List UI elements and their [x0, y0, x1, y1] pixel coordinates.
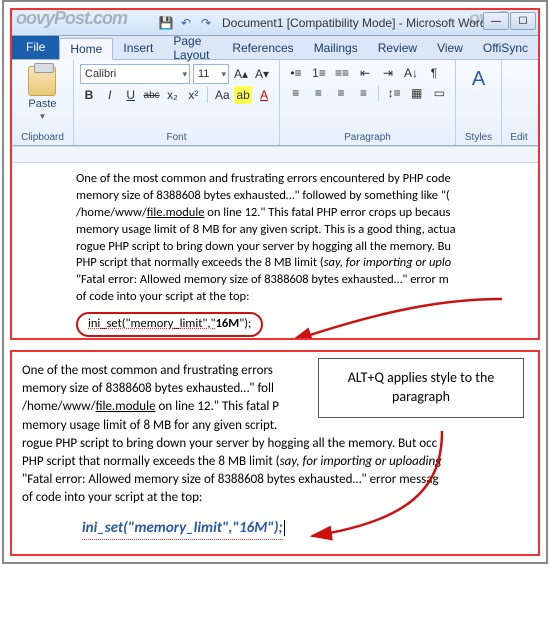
- save-icon[interactable]: 💾: [158, 15, 174, 31]
- code-line-before[interactable]: ini_set("memory_limit","16M");: [76, 312, 263, 337]
- font-color-button[interactable]: A: [255, 86, 273, 104]
- shading-button[interactable]: ▦: [407, 84, 427, 102]
- bold-button[interactable]: B: [80, 86, 98, 104]
- word-window-screenshot: oovyPost.com ovyP 💾 ↶ ↷ Document1 [Compa…: [10, 8, 540, 340]
- numbering-button[interactable]: 1≡: [309, 64, 329, 82]
- separator: [378, 85, 379, 101]
- quick-access-toolbar: 💾 ↶ ↷: [158, 15, 214, 31]
- paste-label: Paste: [28, 98, 56, 110]
- text-cursor: [284, 520, 285, 536]
- superscript-button[interactable]: x²: [184, 86, 202, 104]
- body-text[interactable]: One of the most common and frustrating e…: [76, 171, 528, 306]
- align-center-button[interactable]: ≡: [309, 84, 329, 102]
- tab-page-layout[interactable]: Page Layout: [163, 37, 222, 59]
- tab-review[interactable]: Review: [368, 37, 427, 59]
- window-controls: — ☐: [483, 12, 536, 30]
- font-family-combo[interactable]: Calibri: [80, 64, 190, 84]
- group-label-font: Font: [80, 130, 273, 143]
- redo-icon[interactable]: ↷: [198, 15, 214, 31]
- annotation-callout: ALT+Q applies style to the paragraph: [318, 358, 524, 418]
- tab-view[interactable]: View: [427, 37, 473, 59]
- justify-button[interactable]: ≡: [354, 84, 374, 102]
- group-styles: A Styles: [456, 60, 502, 145]
- ribbon: Paste ▼ Clipboard Calibri 11 A▴ A▾ B: [12, 60, 538, 146]
- code-line-after[interactable]: ini_set("memory_limit","16M");: [82, 518, 283, 540]
- tutorial-figure: oovyPost.com ovyP 💾 ↶ ↷ Document1 [Compa…: [2, 0, 548, 564]
- font-size-combo[interactable]: 11: [193, 64, 229, 84]
- group-label-editing: Edit: [508, 130, 530, 143]
- borders-button[interactable]: ▭: [429, 84, 449, 102]
- group-label-paragraph: Paragraph: [286, 130, 449, 143]
- bullets-button[interactable]: •≡: [286, 64, 306, 82]
- document-page[interactable]: One of the most common and frustrating e…: [12, 163, 538, 338]
- chevron-down-icon[interactable]: ▼: [39, 112, 47, 121]
- subscript-button[interactable]: x₂: [164, 86, 182, 104]
- grow-font-button[interactable]: A▴: [232, 65, 250, 83]
- site-watermark: oovyPost.com: [16, 8, 127, 29]
- group-font: Calibri 11 A▴ A▾ B I U abc x₂ x² Aa: [74, 60, 280, 145]
- result-screenshot: ALT+Q applies style to the paragraph One…: [10, 350, 540, 556]
- show-marks-button[interactable]: ¶: [424, 64, 444, 82]
- styles-icon[interactable]: A: [472, 68, 485, 91]
- italic-button[interactable]: I: [101, 86, 119, 104]
- line-spacing-button[interactable]: ↕≡: [384, 84, 404, 102]
- highlight-button[interactable]: ab: [234, 86, 252, 104]
- group-clipboard: Paste ▼ Clipboard: [12, 60, 74, 145]
- increase-indent-button[interactable]: ⇥: [378, 64, 398, 82]
- tab-references[interactable]: References: [222, 37, 303, 59]
- separator: [207, 87, 208, 103]
- tab-home[interactable]: Home: [59, 38, 113, 60]
- underline-button[interactable]: U: [122, 86, 140, 104]
- maximize-button[interactable]: ☐: [510, 12, 536, 30]
- horizontal-ruler[interactable]: [12, 147, 538, 163]
- tab-mailings[interactable]: Mailings: [304, 37, 368, 59]
- group-editing: Edit: [502, 60, 536, 145]
- undo-icon[interactable]: ↶: [178, 15, 194, 31]
- title-bar: oovyPost.com ovyP 💾 ↶ ↷ Document1 [Compa…: [12, 10, 538, 36]
- decrease-indent-button[interactable]: ⇤: [355, 64, 375, 82]
- group-paragraph: •≡ 1≡ ≡≡ ⇤ ⇥ A↓ ¶ ≡ ≡ ≡ ≡ ↕≡: [280, 60, 456, 145]
- minimize-button[interactable]: —: [483, 12, 509, 30]
- group-label-styles: Styles: [462, 130, 495, 143]
- strikethrough-button[interactable]: abc: [143, 86, 161, 104]
- ribbon-tabs: File Home Insert Page Layout References …: [12, 36, 538, 60]
- paste-button[interactable]: Paste ▼: [22, 64, 62, 123]
- tab-insert[interactable]: Insert: [113, 37, 163, 59]
- multilevel-list-button[interactable]: ≡≡: [332, 64, 352, 82]
- group-label-clipboard: Clipboard: [18, 130, 67, 143]
- align-right-button[interactable]: ≡: [331, 84, 351, 102]
- sort-button[interactable]: A↓: [401, 64, 421, 82]
- align-left-button[interactable]: ≡: [286, 84, 306, 102]
- tab-offisync[interactable]: OffiSync: [473, 37, 538, 59]
- clipboard-icon: [28, 66, 56, 96]
- change-case-button[interactable]: Aa: [213, 86, 231, 104]
- tab-file[interactable]: File: [12, 35, 59, 59]
- document-area[interactable]: One of the most common and frustrating e…: [12, 146, 538, 338]
- shrink-font-button[interactable]: A▾: [253, 65, 271, 83]
- window-title: Document1 [Compatibility Mode] - Microso…: [222, 16, 487, 30]
